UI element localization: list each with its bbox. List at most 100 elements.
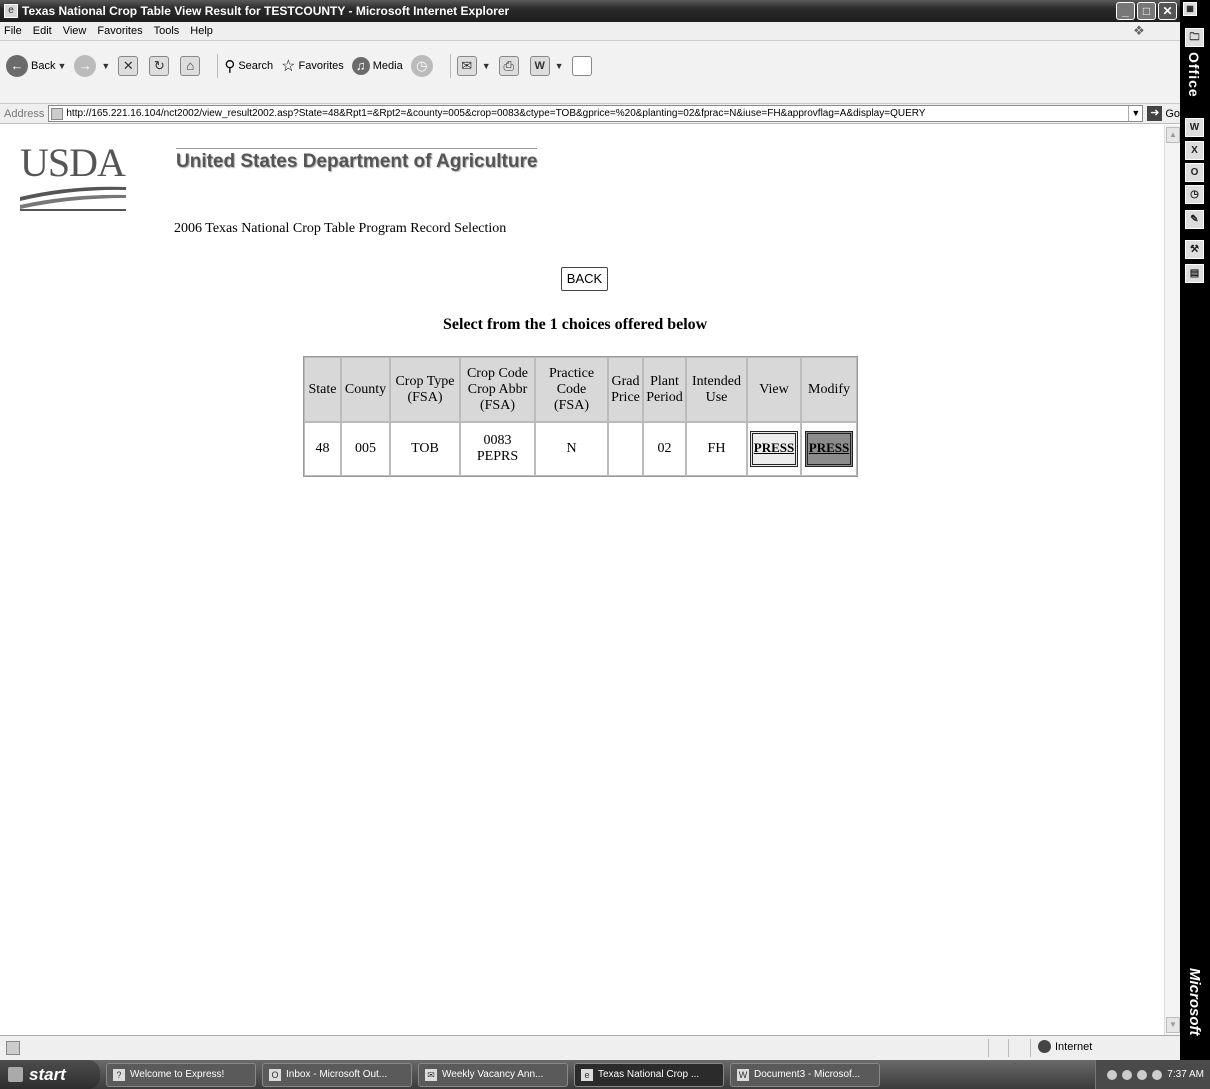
clock-icon[interactable]: ◷ [1185, 185, 1204, 204]
system-tray: 7:37 AM [1095, 1060, 1210, 1089]
media-button[interactable]: ♫ Media [351, 57, 403, 75]
word-icon: W [529, 56, 550, 76]
taskbar-item-inbox[interactable]: O Inbox - Microsoft Out... [262, 1062, 412, 1087]
office-shortcut-bar: ▦ 🗀 Office W X O ◷ ✎ ⚒ ▤ Microsoft [1180, 0, 1210, 1060]
maximize-button[interactable]: □ [1137, 2, 1156, 20]
status-divider [988, 1039, 989, 1057]
taskbar-item-label: Weekly Vacancy Ann... [442, 1069, 544, 1080]
tray-icon[interactable] [1122, 1069, 1133, 1080]
back-arrow-icon: ← [6, 55, 28, 77]
word-icon[interactable]: W [1185, 118, 1204, 137]
back-nav-button[interactable]: ← Back ▼ [6, 55, 66, 77]
address-bar: Address http://165.221.16.104/nct2002/vi… [0, 104, 1180, 124]
minimize-button[interactable]: _ [1116, 2, 1135, 20]
pen-icon[interactable]: ✎ [1185, 210, 1204, 229]
back-button[interactable]: BACK [561, 267, 608, 291]
history-button[interactable]: ◷ [410, 55, 436, 77]
taskbar-item-express[interactable]: ? Welcome to Express! [106, 1062, 256, 1087]
dropdown-arrow-icon[interactable]: ▼ [101, 61, 110, 71]
choices-heading: Select from the 1 choices offered below [443, 316, 708, 333]
print-button[interactable]: ⎙ [498, 56, 522, 76]
menu-help[interactable]: Help [190, 25, 213, 37]
home-button[interactable]: ⌂ [180, 56, 203, 76]
start-label: start [29, 1064, 66, 1084]
window-titlebar: e Texas National Crop Table View Result … [0, 0, 1180, 22]
refresh-icon: ↻ [149, 56, 170, 76]
vertical-scrollbar[interactable]: ▲ ▼ [1164, 125, 1180, 1035]
taskbar-item-vacancy[interactable]: ✉ Weekly Vacancy Ann... [418, 1062, 568, 1087]
search-label: Search [238, 60, 274, 72]
menu-favorites[interactable]: Favorites [97, 25, 142, 37]
header-county: County [341, 357, 390, 422]
back-nav-label: Back [31, 60, 56, 72]
zone-label: Internet [1055, 1040, 1093, 1053]
header-practice-code: Practice Code (FSA) [535, 357, 608, 422]
office-bar-menu-icon[interactable]: ▦ [1183, 2, 1197, 16]
page-content: USDA United States Department of Agricul… [0, 125, 1164, 1035]
address-label: Address [4, 107, 45, 120]
edit-word-button[interactable]: W ▼ [529, 56, 564, 76]
address-url: http://165.221.16.104/nct2002/view_resul… [66, 108, 926, 119]
stop-button[interactable]: ✕ [118, 56, 141, 76]
usda-logo-swoosh-icon [20, 186, 126, 211]
excel-icon[interactable]: X [1185, 141, 1204, 160]
address-dropdown-icon[interactable]: ▼ [1128, 106, 1142, 121]
tools-icon[interactable]: ⚒ [1185, 240, 1204, 259]
folder-icon[interactable]: 🗀 [1185, 28, 1204, 47]
mail-icon: ✉ [425, 1068, 437, 1081]
menu-file[interactable]: File [4, 25, 22, 37]
scroll-up-icon[interactable]: ▲ [1166, 127, 1180, 143]
tray-icon[interactable] [1107, 1069, 1118, 1080]
dropdown-arrow-icon[interactable]: ▼ [57, 61, 66, 71]
toolbar: ← Back ▼ → ▼ ✕ ↻ ⌂ ⚲ Search ☆ Favorites … [0, 41, 1180, 104]
dropdown-arrow-icon[interactable]: ▼ [482, 61, 491, 71]
go-button[interactable]: ➜ Go [1147, 106, 1180, 121]
header-modify: Modify [801, 357, 857, 422]
favorites-label: Favorites [298, 60, 344, 72]
header-intended-use: Intended Use [686, 357, 747, 422]
view-press-button[interactable]: PRESS [750, 431, 798, 467]
scroll-down-icon[interactable]: ▼ [1166, 1017, 1180, 1033]
star-icon: ☆ [281, 58, 296, 75]
mail-button[interactable]: ✉ ▼ [456, 56, 491, 76]
discuss-button[interactable] [571, 56, 595, 76]
tray-icon[interactable] [1137, 1069, 1148, 1080]
discuss-icon [571, 56, 592, 76]
go-arrow-icon: ➜ [1147, 106, 1163, 121]
header-view: View [747, 357, 801, 422]
header-state: State [304, 357, 341, 422]
forward-arrow-icon: → [74, 55, 97, 77]
ie-icon: e [581, 1068, 593, 1081]
close-button[interactable]: ✕ [1158, 2, 1177, 20]
search-icon: ⚲ [224, 58, 236, 75]
menu-view[interactable]: View [63, 25, 87, 37]
modify-press-button[interactable]: PRESS [805, 431, 853, 467]
taskbar-item-crop-table[interactable]: e Texas National Crop ... [574, 1062, 724, 1087]
outlook-icon[interactable]: O [1185, 163, 1204, 182]
cell-grad-price [608, 422, 643, 476]
crop-abbr-value: PEPRS [476, 449, 519, 464]
crop-code-value: 0083 [483, 433, 512, 448]
usda-logo: USDA [20, 143, 128, 211]
tray-icon[interactable] [1152, 1069, 1163, 1080]
header-crop-code: Crop Code Crop Abbr (FSA) [460, 357, 535, 422]
home-icon: ⌂ [180, 56, 201, 76]
dropdown-arrow-icon[interactable]: ▼ [555, 61, 564, 71]
menu-edit[interactable]: Edit [33, 25, 52, 37]
print-icon: ⎙ [498, 56, 519, 76]
taskbar-item-document3[interactable]: W Document3 - Microsof... [730, 1062, 880, 1087]
help-icon: ? [113, 1068, 125, 1081]
status-bar: Internet [0, 1035, 1180, 1060]
favorites-button[interactable]: ☆ Favorites [281, 56, 344, 76]
media-label: Media [372, 60, 403, 72]
address-input[interactable]: http://165.221.16.104/nct2002/view_resul… [48, 105, 1144, 122]
desktop-icon[interactable]: ▤ [1185, 264, 1204, 283]
forward-nav-button[interactable]: → ▼ [74, 55, 110, 77]
start-button[interactable]: start [0, 1060, 100, 1089]
toolbar-separator [449, 54, 451, 78]
search-button[interactable]: ⚲ Search [224, 57, 273, 75]
cell-county: 005 [341, 422, 390, 476]
refresh-button[interactable]: ↻ [149, 56, 172, 76]
cell-modify: PRESS [801, 422, 857, 476]
menu-tools[interactable]: Tools [154, 25, 180, 37]
